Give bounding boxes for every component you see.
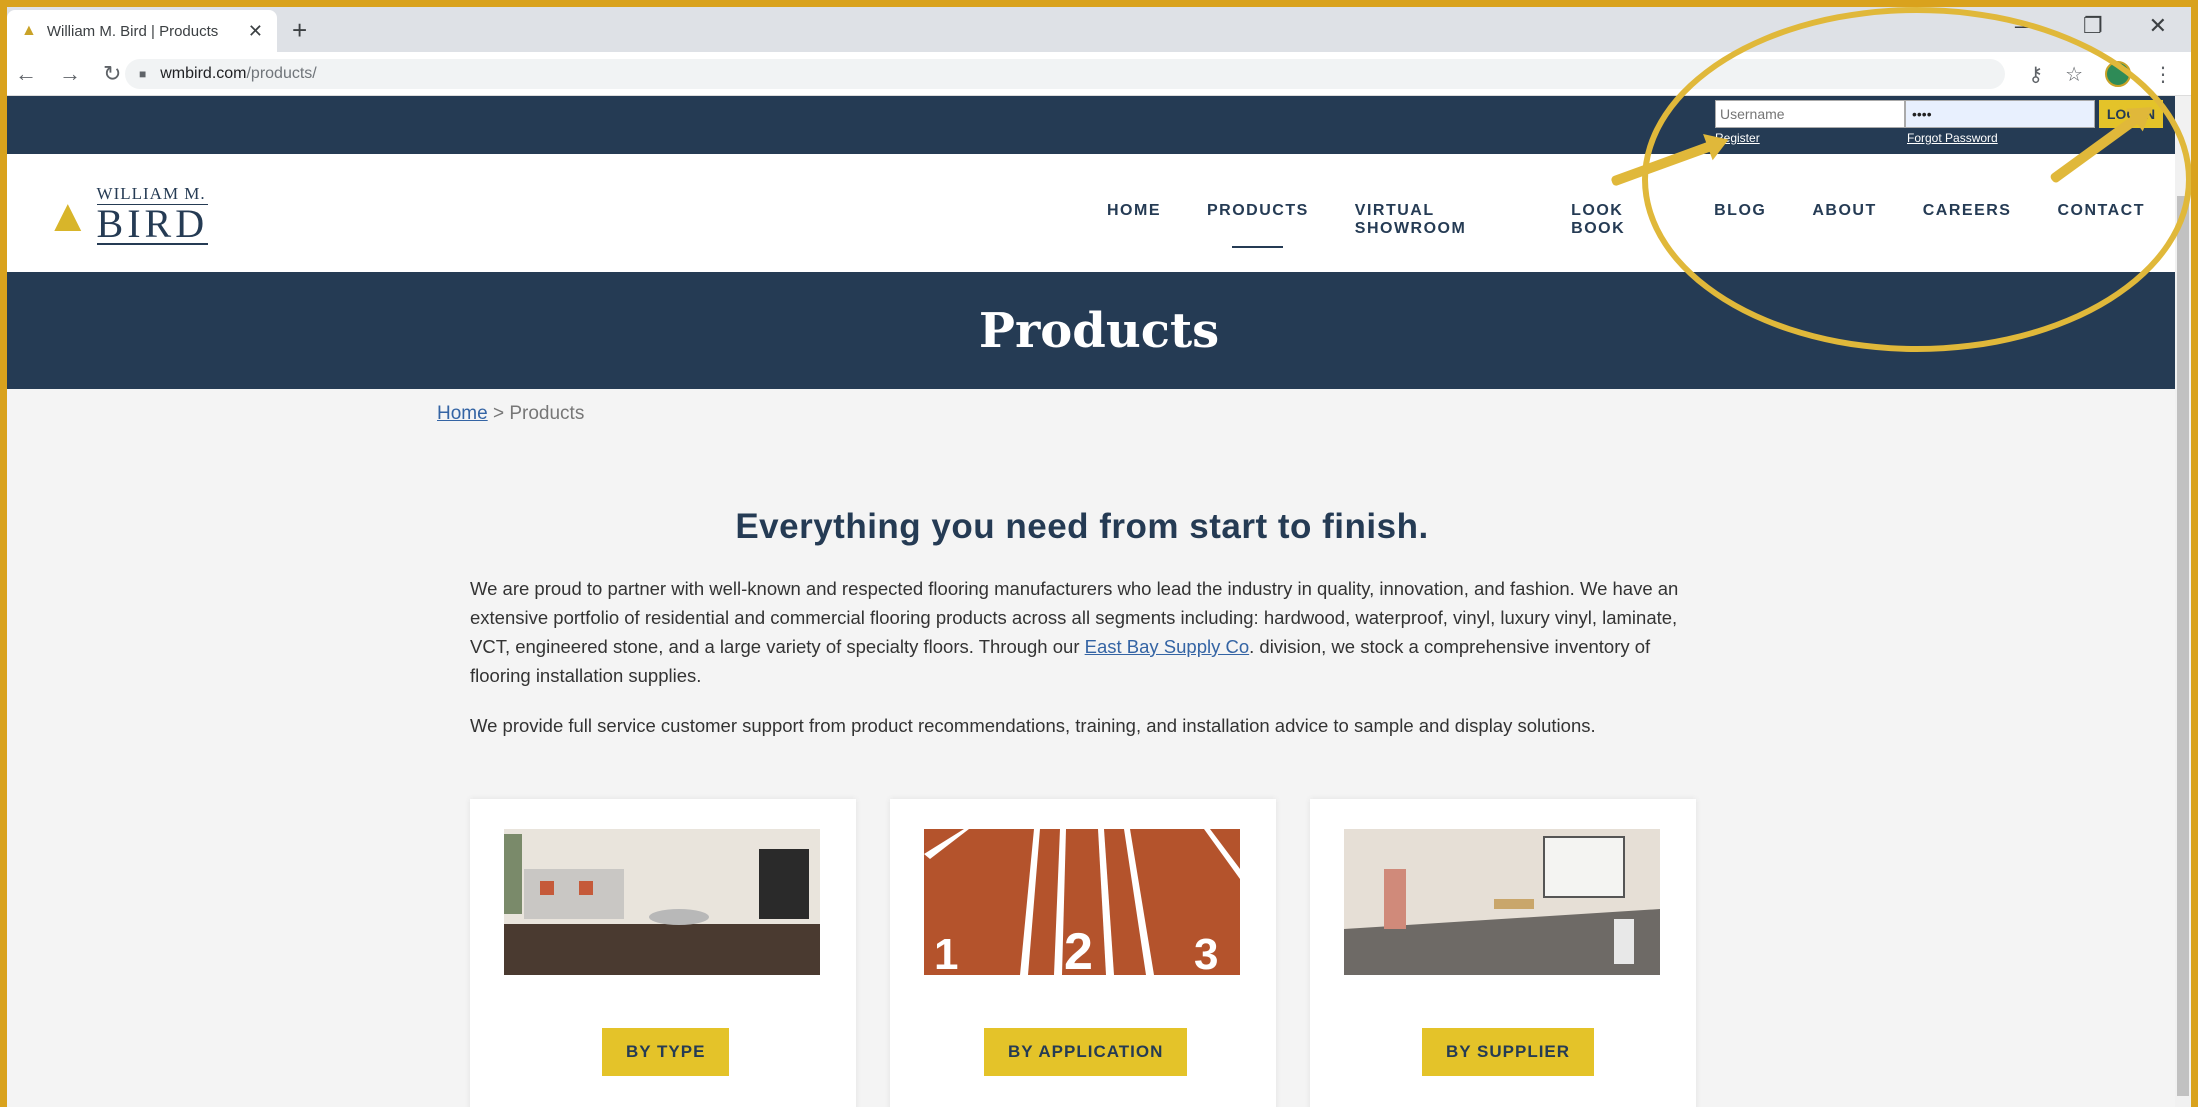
nav-home[interactable]: HOME bbox=[1107, 202, 1161, 238]
main-content: Home > Products Everything you need from… bbox=[7, 389, 2191, 1107]
lock-icon: ■ bbox=[139, 67, 147, 81]
card-by-application: 1 2 3 BY APPLICATION bbox=[890, 799, 1276, 1107]
support-paragraph: We provide full service customer support… bbox=[470, 715, 1596, 736]
nav-products[interactable]: PRODUCTS bbox=[1207, 202, 1309, 248]
by-supplier-button[interactable]: BY SUPPLIER bbox=[1422, 1028, 1595, 1076]
reload-icon[interactable]: ↻ bbox=[103, 61, 121, 87]
logo-line2: BIRD bbox=[96, 201, 209, 246]
menu-dots-icon[interactable]: ⋮ bbox=[2153, 62, 2173, 87]
nav-virtual-showroom[interactable]: VIRTUAL SHOWROOM bbox=[1355, 202, 1525, 238]
back-icon[interactable]: ← bbox=[15, 61, 37, 87]
new-tab-icon[interactable]: + bbox=[292, 15, 307, 46]
close-tab-icon[interactable]: ✕ bbox=[248, 21, 263, 42]
svg-text:1: 1 bbox=[934, 930, 958, 975]
url-path: /products/ bbox=[246, 65, 317, 82]
card-by-supplier: BY SUPPLIER bbox=[1310, 799, 1696, 1107]
forward-icon[interactable]: → bbox=[59, 61, 81, 87]
breadcrumb-current: > Products bbox=[487, 403, 585, 424]
by-type-button[interactable]: BY TYPE bbox=[602, 1028, 730, 1076]
site-logo[interactable]: ▲ WILLIAM M. BIRD bbox=[45, 184, 209, 246]
card-by-type: BY TYPE bbox=[470, 799, 856, 1107]
url-host: wmbird.com bbox=[160, 65, 247, 82]
breadcrumb: Home > Products bbox=[437, 403, 584, 425]
studio-room-image[interactable] bbox=[1344, 829, 1660, 975]
by-application-button[interactable]: BY APPLICATION bbox=[984, 1028, 1188, 1076]
restore-icon[interactable]: ❐ bbox=[2083, 13, 2103, 39]
running-track-image[interactable]: 1 2 3 bbox=[924, 829, 1240, 975]
svg-text:2: 2 bbox=[1064, 923, 1093, 975]
section-headline: Everything you need from start to finish… bbox=[735, 507, 1429, 546]
screenshot-frame: ▲ William M. Bird | Products ✕ + — ❐ ✕ ←… bbox=[7, 7, 2191, 1107]
close-window-icon[interactable]: ✕ bbox=[2149, 13, 2167, 39]
page-scrollbar[interactable] bbox=[2175, 96, 2191, 1107]
east-bay-supply-link[interactable]: East Bay Supply Co bbox=[1085, 636, 1250, 657]
logo-text: WILLIAM M. BIRD bbox=[96, 184, 209, 246]
annotation-circle bbox=[1642, 7, 2191, 352]
breadcrumb-home-link[interactable]: Home bbox=[437, 403, 488, 424]
bird-logo-icon: ▲ bbox=[45, 188, 91, 241]
tab-title: William M. Bird | Products bbox=[46, 22, 219, 40]
living-room-image[interactable] bbox=[504, 829, 820, 975]
browser-nav-buttons: ← → ↻ bbox=[15, 61, 121, 87]
scrollbar-thumb[interactable] bbox=[2177, 196, 2189, 1096]
bird-favicon-icon: ▲ bbox=[21, 22, 37, 39]
browser-tab[interactable]: ▲ William M. Bird | Products ✕ bbox=[7, 10, 277, 52]
page-title: Products bbox=[978, 302, 1220, 359]
svg-text:3: 3 bbox=[1194, 930, 1218, 975]
intro-paragraph: We are proud to partner with well-known … bbox=[470, 574, 1695, 690]
